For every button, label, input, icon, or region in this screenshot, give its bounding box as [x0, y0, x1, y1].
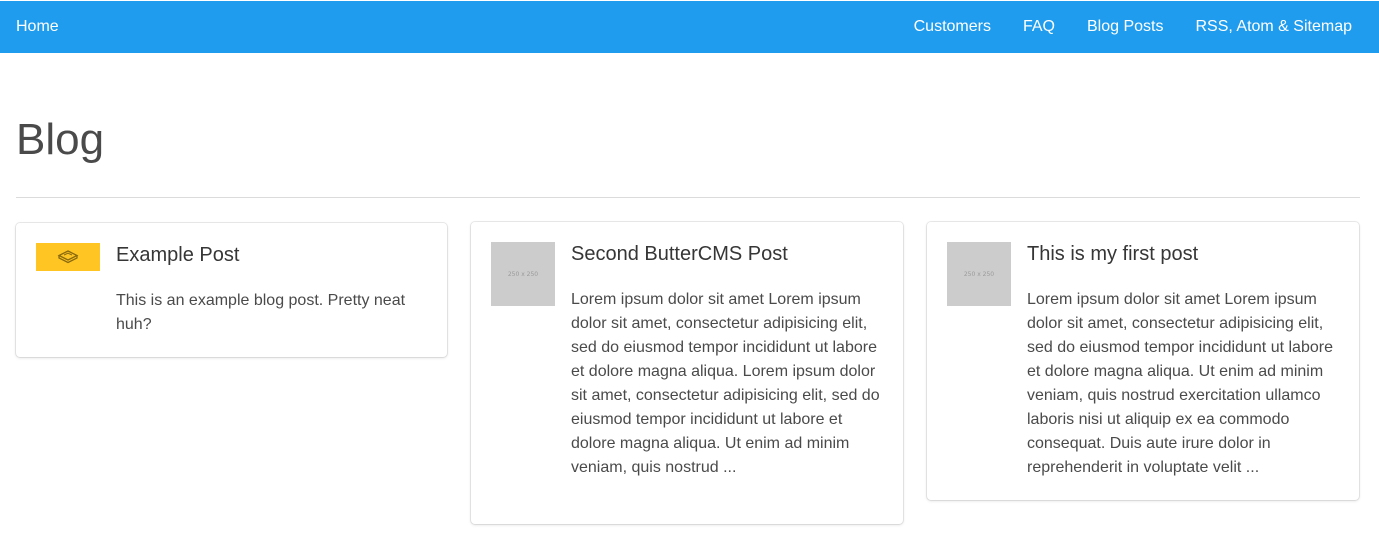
placeholder-size-label: 250 x 250: [507, 270, 539, 278]
post-title[interactable]: Example Post: [116, 242, 239, 268]
nav-link-customers[interactable]: Customers: [914, 18, 991, 36]
post-summary: Lorem ipsum dolor sit amet Lorem ipsum d…: [571, 291, 880, 476]
nav-link-faq[interactable]: FAQ: [1023, 18, 1055, 36]
post-summary: Lorem ipsum dolor sit amet Lorem ipsum d…: [1027, 291, 1333, 476]
post-title[interactable]: Second ButterCMS Post: [571, 241, 788, 267]
butter-logo-icon: [57, 250, 79, 264]
post-thumbnail-placeholder[interactable]: 250 x 250: [491, 242, 555, 306]
blog-post-card[interactable]: 250 x 250 Second ButterCMS Post Lorem ip…: [471, 222, 903, 524]
post-summary: This is an example blog post. Pretty nea…: [116, 292, 406, 333]
blog-post-card[interactable]: Example Post This is an example blog pos…: [16, 223, 447, 357]
title-divider: [16, 197, 1360, 198]
post-thumbnail[interactable]: [36, 243, 100, 271]
placeholder-size-label: 250 x 250: [963, 270, 995, 278]
post-thumbnail-placeholder[interactable]: 250 x 250: [947, 242, 1011, 306]
page-title: Blog: [16, 115, 105, 164]
nav-link-rss-atom-sitemap[interactable]: RSS, Atom & Sitemap: [1195, 18, 1352, 36]
nav-home-link[interactable]: Home: [16, 18, 59, 36]
top-navbar: Home Customers FAQ Blog Posts RSS, Atom …: [0, 1, 1379, 53]
blog-post-card[interactable]: 250 x 250 This is my first post Lorem ip…: [927, 222, 1359, 500]
nav-link-blog-posts[interactable]: Blog Posts: [1087, 18, 1163, 36]
nav-links: Customers FAQ Blog Posts RSS, Atom & Sit…: [914, 18, 1352, 36]
post-title[interactable]: This is my first post: [1027, 241, 1198, 267]
